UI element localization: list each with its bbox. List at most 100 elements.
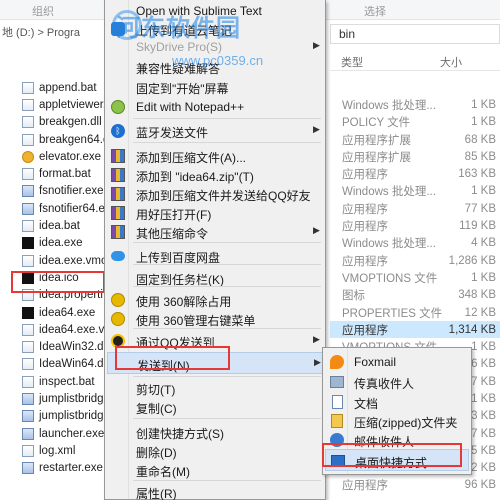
menu-item-rename[interactable]: 重命名(M) (107, 459, 323, 481)
detail-row[interactable]: Windows 批处理... 1 KB (330, 96, 500, 113)
file-row[interactable]: idea64.exe.vm (22, 321, 112, 338)
select-label[interactable]: 选择 (364, 3, 386, 19)
menu-item-label: 属性(R) (136, 487, 177, 500)
file-name: fsnotifier.exe (39, 185, 104, 198)
address-bar-left[interactable]: 地 (D:) > Progra (0, 24, 120, 44)
dll-file-icon (22, 341, 34, 354)
file-name: IdeaWin32.dl (39, 341, 107, 354)
file-name: inspect.bat (39, 375, 95, 388)
policy-file-icon (22, 98, 34, 111)
menu-item-bluetooth-send[interactable]: ᛒ 蓝牙发送文件 ▶ (107, 120, 323, 142)
file-type: 应用程序 (342, 480, 388, 493)
detail-row[interactable]: 应用程序 163 KB (330, 165, 500, 182)
column-header-type[interactable]: 类型 (341, 54, 363, 70)
file-type: 应用程序 (342, 169, 388, 182)
detail-row-selected[interactable]: 应用程序 1,314 KB (330, 321, 500, 339)
menu-separator (133, 242, 321, 243)
file-row[interactable]: breakgen.dll (22, 114, 112, 131)
menu-separator (133, 286, 321, 287)
organize-label[interactable]: 组织 (32, 3, 54, 19)
file-name: format.bat (39, 168, 91, 181)
menu-item-notepad-plus[interactable]: Edit with Notepad++ (107, 96, 323, 118)
file-row[interactable]: format.bat (22, 165, 112, 182)
file-name: jumplistbridg (39, 410, 104, 423)
file-row[interactable]: idea.exe (22, 235, 112, 252)
menu-separator (133, 418, 321, 419)
file-icon (22, 254, 34, 267)
file-row[interactable]: restarter.exe (22, 460, 112, 477)
submenu-item-fax-recipient[interactable]: 传真收件人 (325, 371, 469, 393)
file-highlight-box (11, 271, 105, 293)
menu-separator (133, 118, 321, 119)
context-menu: Open with Sublime Text 上传到有道云笔记 SkyDrive… (104, 0, 326, 500)
detail-row[interactable]: PROPERTIES 文件 12 KB (330, 304, 500, 321)
detail-row[interactable]: 应用程序扩展 85 KB (330, 148, 500, 165)
file-row-selected[interactable]: idea64.exe (22, 304, 112, 321)
file-row[interactable]: breakgen64.d (22, 131, 112, 148)
menu-item-properties[interactable]: 属性(R) (107, 481, 323, 500)
360-icon (110, 292, 126, 308)
file-type: 应用程序 (342, 203, 388, 216)
file-row[interactable]: fsnotifier64.e (22, 200, 112, 217)
detail-row[interactable]: 应用程序 77 KB (330, 200, 500, 217)
detail-row[interactable]: Windows 批处理... 4 KB (330, 235, 500, 252)
file-row[interactable]: idea.exe.vmo (22, 252, 112, 269)
file-size: 1 KB (471, 271, 496, 284)
file-row[interactable]: idea.bat (22, 217, 112, 234)
notepad-plus-icon (110, 99, 126, 115)
menu-separator (133, 328, 321, 329)
file-name: IdeaWin64.dl (39, 358, 107, 371)
detail-row[interactable]: 应用程序 119 KB (330, 217, 500, 234)
detail-row[interactable]: 应用程序 1,286 KB (330, 252, 500, 269)
file-size: 1 KB (471, 116, 496, 129)
file-name: breakgen.dll (39, 116, 102, 129)
detail-row[interactable]: POLICY 文件 1 KB (330, 114, 500, 131)
bat-file-icon (22, 168, 34, 181)
bat-file-icon (22, 375, 34, 388)
file-size: 348 KB (458, 289, 496, 302)
detail-row[interactable]: 应用程序 96 KB (330, 477, 500, 494)
file-size: 1 KB (471, 98, 496, 111)
exe-file-icon (22, 185, 34, 198)
jetbrains-icon (22, 306, 34, 319)
file-size: 1,286 KB (448, 254, 496, 267)
file-row[interactable]: log.xml (22, 442, 112, 459)
file-row[interactable]: append.bat (22, 79, 112, 96)
bluetooth-icon: ᛒ (110, 123, 126, 139)
menu-item-label: 使用 360管理右键菜单 (136, 314, 256, 328)
menu-item-skydrive-pro[interactable]: SkyDrive Pro(S) ▶ (107, 36, 323, 58)
address-bar[interactable]: bin (330, 24, 500, 44)
file-type: 应用程序扩展 (342, 134, 411, 147)
menu-item-360-menu-manager[interactable]: 使用 360管理右键菜单 (107, 308, 323, 330)
file-row[interactable]: IdeaWin64.dl (22, 356, 112, 373)
file-row[interactable]: appletviewer. (22, 96, 112, 113)
submenu-item-foxmail[interactable]: Foxmail (325, 351, 469, 373)
file-size: 4 KB (471, 237, 496, 250)
menu-item-pin-start[interactable]: 固定到"开始"屏幕 (107, 76, 323, 98)
file-row[interactable]: elevator.exe (22, 148, 112, 165)
file-row[interactable]: launcher.exe (22, 425, 112, 442)
file-row[interactable]: fsnotifier.exe (22, 183, 112, 200)
submenu-item-label: Foxmail (354, 355, 397, 369)
menu-separator (133, 142, 321, 143)
send-to-highlight-box (115, 346, 230, 370)
menu-item-copy[interactable]: 复制(C) (107, 396, 323, 418)
file-row[interactable]: IdeaWin32.dl (22, 338, 112, 355)
dll-file-icon (22, 133, 34, 146)
column-header-size[interactable]: 大小 (440, 54, 462, 70)
detail-row[interactable]: 应用程序扩展 68 KB (330, 131, 500, 148)
file-size: 96 KB (464, 479, 496, 492)
file-row[interactable]: jumplistbridg (22, 390, 112, 407)
file-row[interactable]: jumplistbridg (22, 408, 112, 425)
winrar-icon (110, 186, 126, 202)
file-row[interactable]: inspect.bat (22, 373, 112, 390)
dll-file-icon (22, 358, 34, 371)
file-icon (22, 323, 34, 336)
file-name: appletviewer. (39, 98, 107, 111)
menu-item-other-compress[interactable]: 其他压缩命令 ▶ (107, 221, 323, 243)
detail-row[interactable]: VMOPTIONS 文件 1 KB (330, 269, 500, 286)
menu-item-compatibility[interactable]: 兼容性疑难解答 (107, 56, 323, 78)
detail-row[interactable] (330, 79, 500, 96)
detail-row[interactable]: 图标 348 KB (330, 287, 500, 304)
detail-row[interactable]: Windows 批处理... 1 KB (330, 183, 500, 200)
